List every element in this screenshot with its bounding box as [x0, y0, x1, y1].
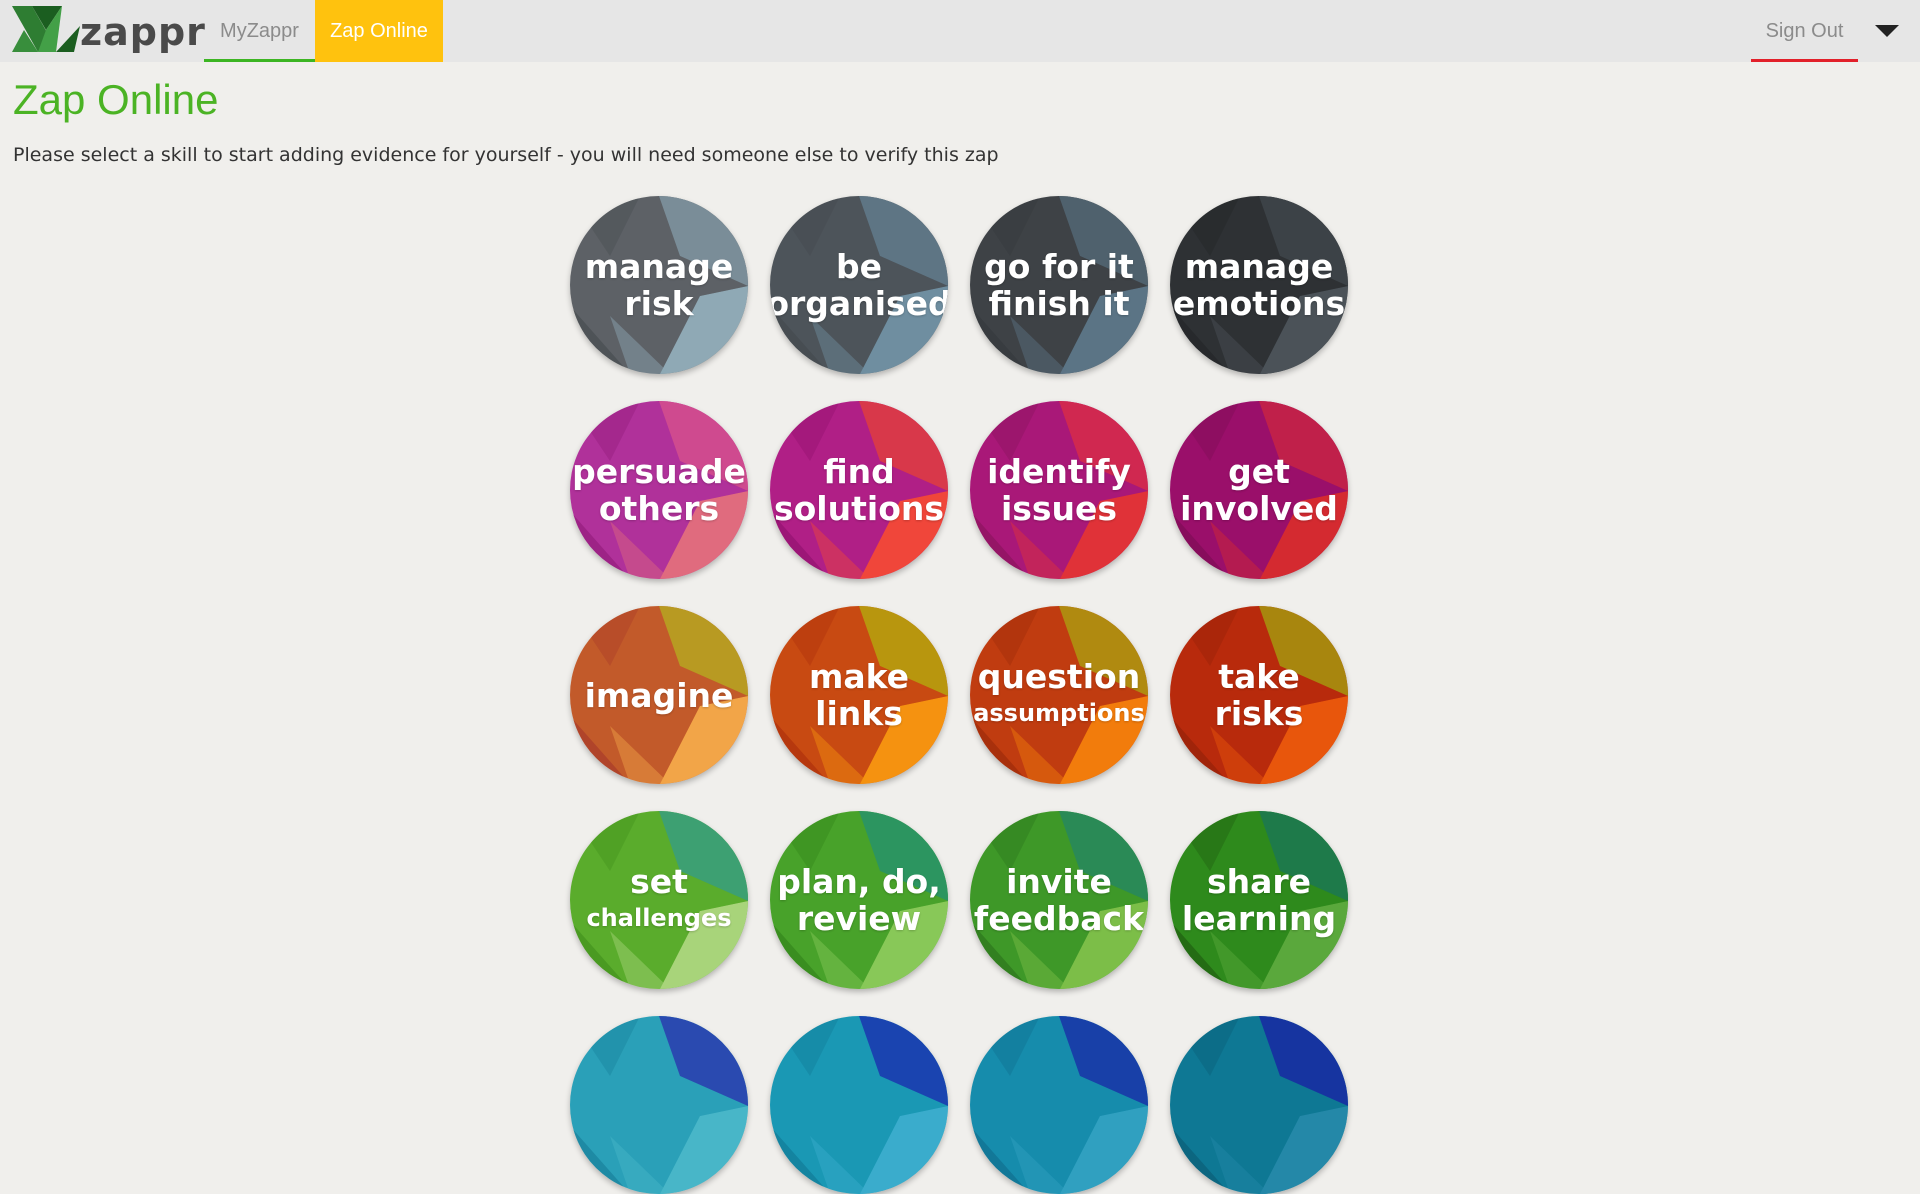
skill-badge-be-organised[interactable]: be organised: [770, 196, 948, 374]
nav-zaponline[interactable]: Zap Online: [315, 0, 443, 62]
zappr-logo-icon: [12, 6, 80, 52]
skill-badge-get-involved[interactable]: get involved: [1170, 401, 1348, 579]
skill-label: set challenges: [570, 811, 748, 989]
skill-badge-imagine[interactable]: imagine: [570, 606, 748, 784]
skill-label-line2: emotions: [1172, 284, 1346, 323]
skill-badge-persuade-others[interactable]: persuade others: [570, 401, 748, 579]
skill-label-line2: involved: [1180, 489, 1338, 528]
skill-label-line1: find: [823, 452, 895, 491]
skill-label-line1: get: [1228, 452, 1290, 491]
skill-label: make links: [770, 606, 948, 784]
skill-label: get involved: [1170, 401, 1348, 579]
skill-label-line2: risk: [624, 284, 694, 323]
skill-label-line2: issues: [1000, 489, 1118, 528]
skill-label-line1: go for it: [984, 247, 1134, 286]
skill-label: identify issues: [970, 401, 1148, 579]
skill-badge-skill-19[interactable]: [970, 1016, 1148, 1194]
skill-label: [570, 1016, 748, 1194]
skill-badge-manage-risk[interactable]: manage risk: [570, 196, 748, 374]
signout-link[interactable]: Sign Out: [1751, 0, 1858, 62]
skill-label: [770, 1016, 948, 1194]
skill-label-line2: solutions: [773, 489, 944, 528]
skill-label-line1: identify: [987, 452, 1131, 491]
skill-label-line1: make: [808, 657, 910, 696]
skill-label: share learning: [1170, 811, 1348, 989]
skill-badge-make-links[interactable]: make links: [770, 606, 948, 784]
skill-badge-share-learning[interactable]: share learning: [1170, 811, 1348, 989]
skill-label-line1: persuade: [572, 452, 746, 491]
skill-badge-find-solutions[interactable]: find solutions: [770, 401, 948, 579]
skill-label-line2: risks: [1214, 694, 1304, 733]
skill-label: question assumptions: [970, 606, 1148, 784]
skill-label-line1: take: [1218, 657, 1300, 696]
chevron-down-icon[interactable]: [1875, 25, 1899, 37]
zappr-logo[interactable]: zappr: [12, 6, 205, 58]
skill-label-line1: share: [1206, 862, 1312, 901]
skill-label-line1: set: [630, 862, 688, 901]
skill-label: manage emotions: [1170, 196, 1348, 374]
top-navbar: zappr MyZappr Zap Online Sign Out: [0, 0, 1920, 62]
skill-label: persuade others: [570, 401, 748, 579]
skill-label: invite feedback: [970, 811, 1148, 989]
logo-text: zappr: [80, 10, 206, 54]
skill-label: take risks: [1170, 606, 1348, 784]
skill-label: [970, 1016, 1148, 1194]
skill-badge-question-assumptions[interactable]: question assumptions: [970, 606, 1148, 784]
skill-label-line1: imagine: [584, 675, 734, 715]
skill-badge-manage-emotions[interactable]: manage emotions: [1170, 196, 1348, 374]
skill-badge-go-for-it-finish-it[interactable]: go for it finish it: [970, 196, 1148, 374]
skill-badge-take-risks[interactable]: take risks: [1170, 606, 1348, 784]
skill-badge-skill-17[interactable]: [570, 1016, 748, 1194]
skill-label: [1170, 1016, 1348, 1194]
skill-label-line2: learning: [1181, 899, 1337, 938]
skill-badge-plan-do-review[interactable]: plan, do, review: [770, 811, 948, 989]
skill-badge-identify-issues[interactable]: identify issues: [970, 401, 1148, 579]
skill-label-line1: invite: [1006, 862, 1112, 901]
skill-label-line2: assumptions: [973, 699, 1145, 727]
skill-label: imagine: [570, 606, 748, 784]
skill-label-line2: organised: [770, 284, 948, 323]
skill-label: plan, do, review: [770, 811, 948, 989]
instructions-text: Please select a skill to start adding ev…: [13, 144, 999, 166]
skill-label-line1: manage: [584, 247, 734, 286]
skill-label: be organised: [770, 196, 948, 374]
skill-label: go for it finish it: [970, 196, 1148, 374]
skill-label: find solutions: [770, 401, 948, 579]
skill-badge-set-challenges[interactable]: set challenges: [570, 811, 748, 989]
skill-label-line2: others: [598, 489, 720, 528]
skill-label-line2: review: [796, 899, 922, 938]
skill-label-line2: links: [815, 694, 903, 733]
skill-label-line2: feedback: [973, 899, 1145, 938]
nav-myzappr[interactable]: MyZappr: [204, 0, 315, 62]
page-title: Zap Online: [13, 76, 219, 123]
skill-badge-invite-feedback[interactable]: invite feedback: [970, 811, 1148, 989]
skill-label: manage risk: [570, 196, 748, 374]
skill-label-line1: manage: [1184, 247, 1334, 286]
skill-badge-skill-18[interactable]: [770, 1016, 948, 1194]
skill-label-line2: challenges: [586, 904, 732, 932]
skill-badge-skill-20[interactable]: [1170, 1016, 1348, 1194]
skill-label-line1: question: [977, 657, 1141, 696]
skill-label-line2: finish it: [988, 284, 1130, 323]
skill-label-line1: plan, do,: [777, 862, 941, 901]
skill-label-line1: be: [835, 247, 882, 286]
